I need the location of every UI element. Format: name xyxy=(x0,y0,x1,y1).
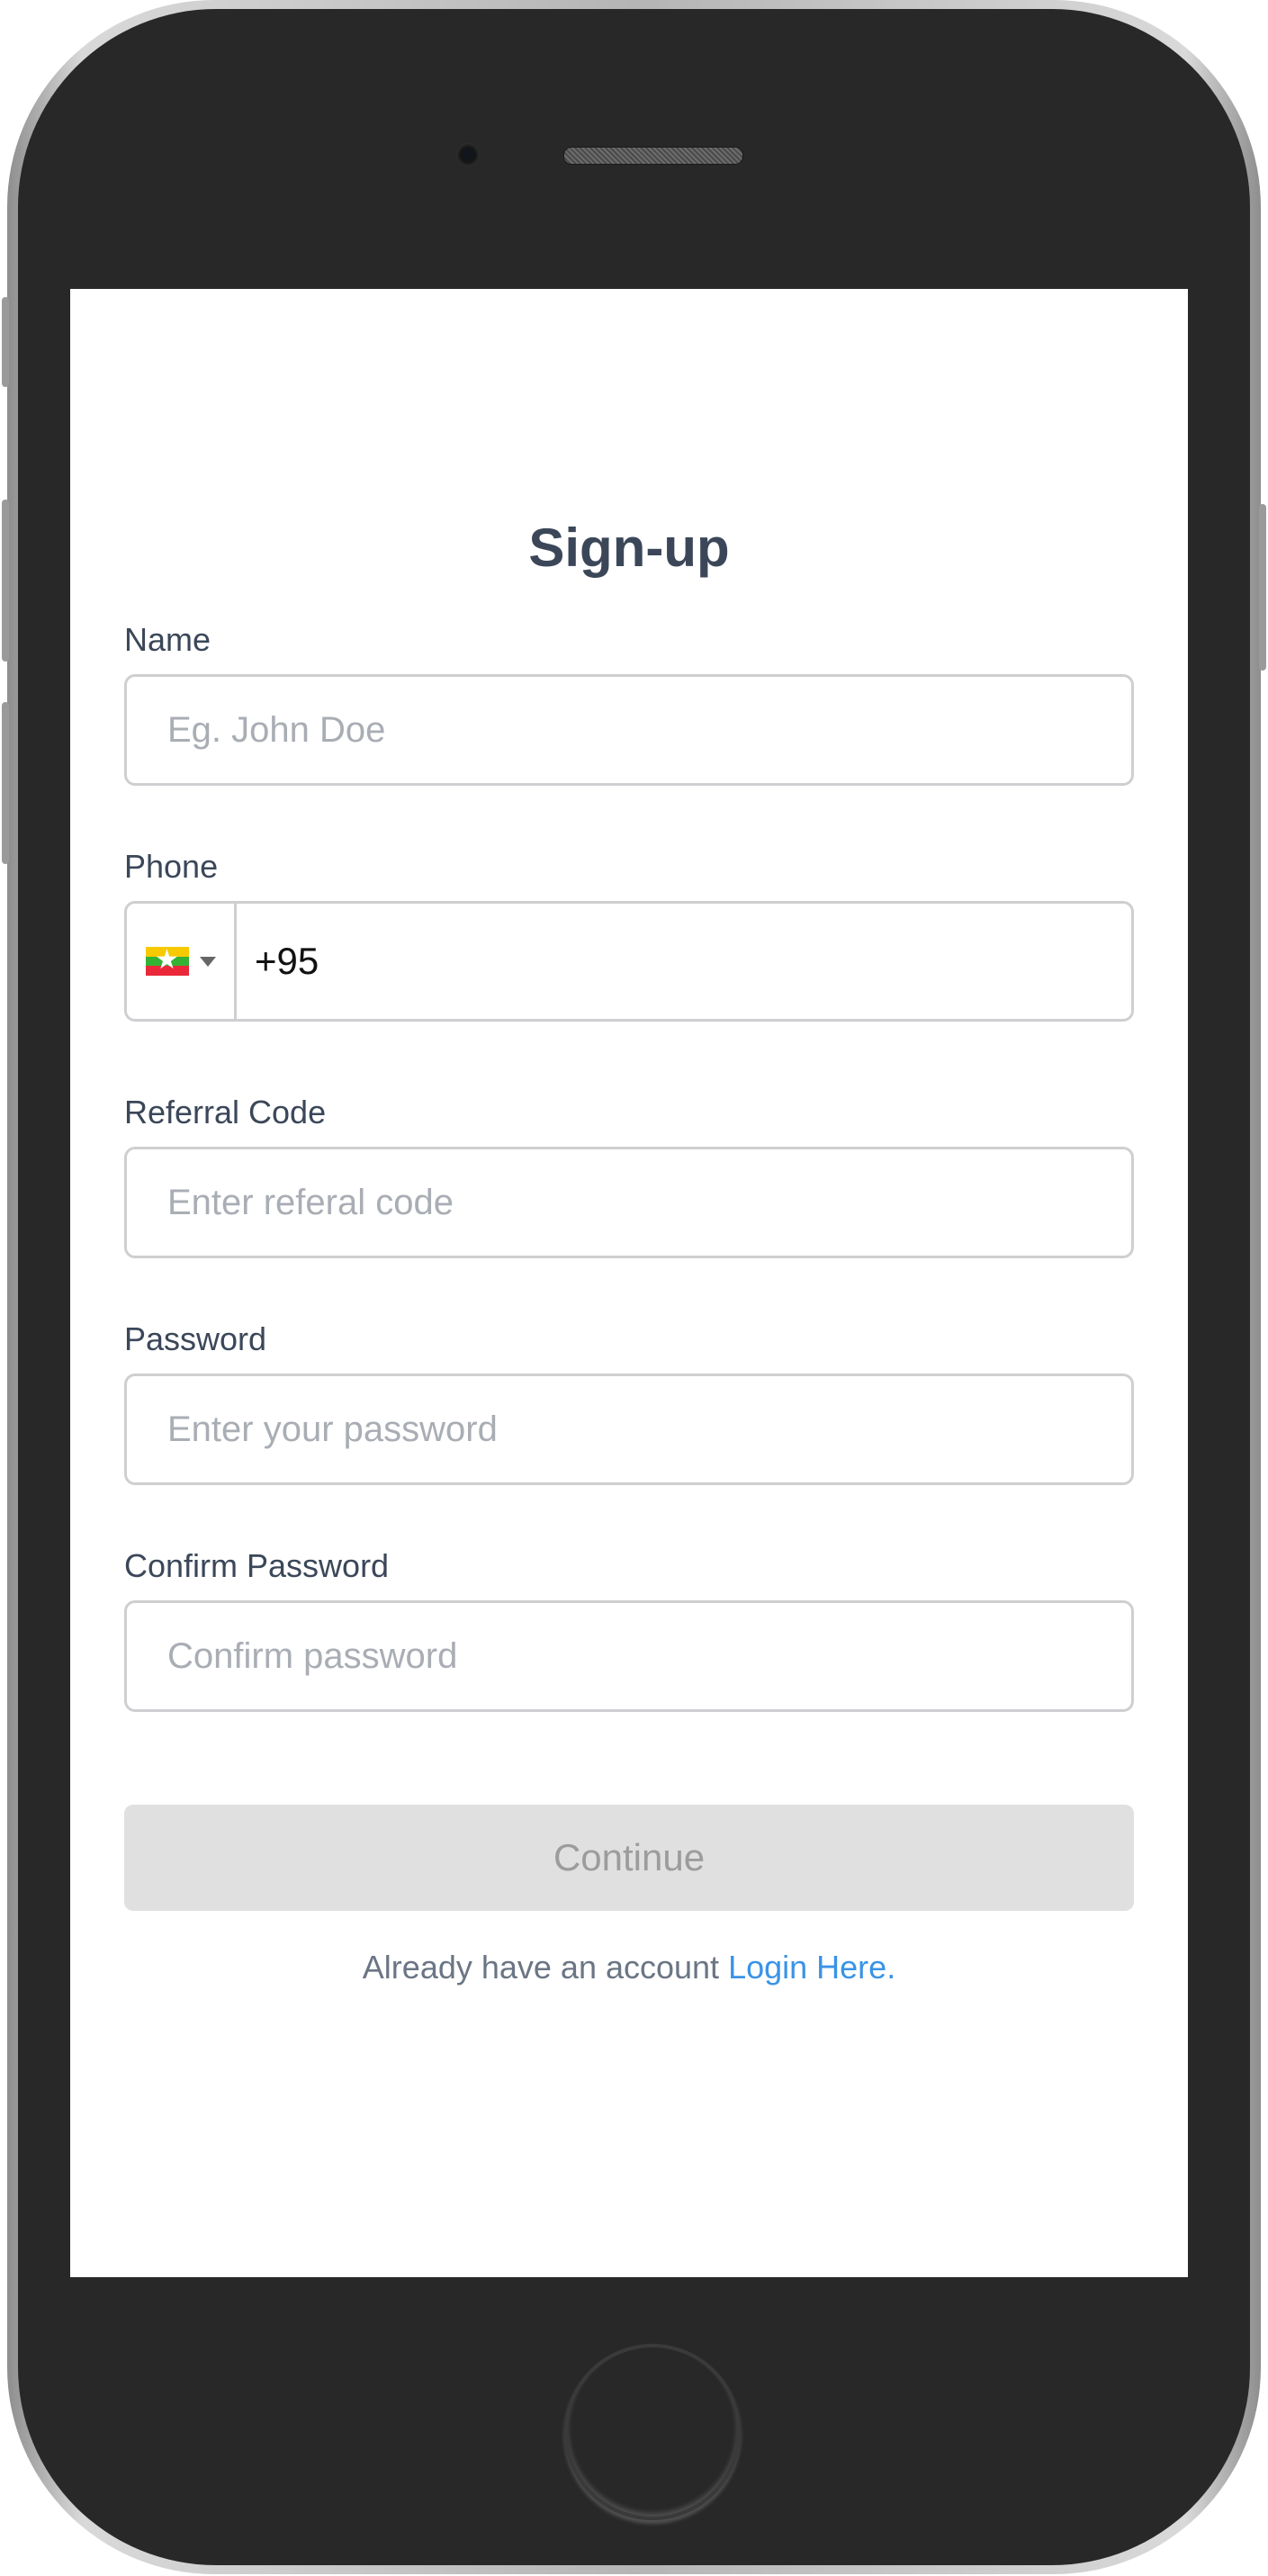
name-field-container xyxy=(124,674,1134,786)
mute-switch xyxy=(2,297,9,387)
myanmar-flag-icon: ★ xyxy=(145,947,189,976)
front-camera-icon xyxy=(456,143,480,167)
page-title: Sign-up xyxy=(528,518,730,578)
password-input[interactable] xyxy=(127,1376,1131,1482)
continue-button[interactable]: Continue xyxy=(124,1805,1134,1911)
volume-down-button xyxy=(2,702,9,864)
country-code-select[interactable]: ★ xyxy=(127,904,237,1019)
name-label: Name xyxy=(124,621,211,658)
login-prompt-text: Already have an account xyxy=(362,1949,720,1986)
referral-code-label: Referral Code xyxy=(124,1094,327,1130)
login-link[interactable]: Login Here. xyxy=(728,1949,895,1986)
phone-label: Phone xyxy=(124,848,219,885)
power-button xyxy=(1259,504,1266,671)
referral-field-container xyxy=(124,1147,1134,1258)
chevron-down-icon xyxy=(199,956,216,967)
login-prompt-row: Already have an account Login Here. xyxy=(70,1948,1188,1987)
name-input[interactable] xyxy=(127,677,1131,783)
confirm-password-label: Confirm Password xyxy=(124,1547,390,1584)
home-button[interactable] xyxy=(564,2344,741,2520)
password-field-container xyxy=(124,1374,1134,1485)
phone-input[interactable] xyxy=(237,904,1131,1019)
confirm-password-field-container xyxy=(124,1600,1134,1712)
earpiece-speaker xyxy=(563,147,743,165)
volume-up-button xyxy=(2,500,9,662)
referral-code-input[interactable] xyxy=(127,1149,1131,1256)
app-screen: Sign-up Name Phone ★ Referral Code Passw… xyxy=(70,289,1188,2277)
phone-field-container: ★ xyxy=(124,901,1134,1022)
password-label: Password xyxy=(124,1320,267,1357)
confirm-password-input[interactable] xyxy=(127,1603,1131,1709)
